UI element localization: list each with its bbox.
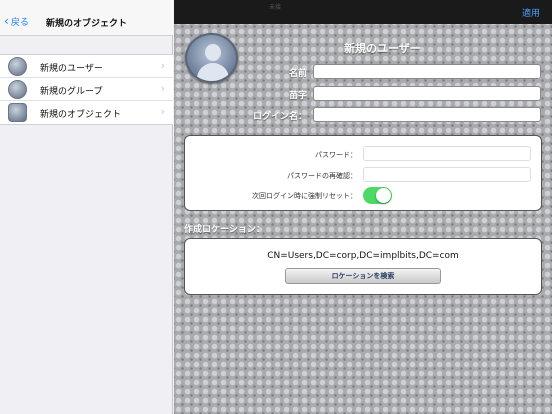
back-button[interactable]: ‹ 戻る (4, 15, 29, 28)
user-avatar-icon (185, 33, 238, 83)
back-label: 戻る (10, 18, 29, 28)
login-name-label: ログイン名： (252, 112, 307, 122)
list-item-label: 新規のグループ (40, 87, 103, 97)
password-confirm-label: パスワードの再確認： (287, 172, 357, 180)
left-nav-bar: ‹ 戻る 新規のオブジェクト (0, 0, 173, 36)
password-field[interactable] (363, 146, 531, 161)
right-pane: 未接 適用 新規のユーザー 名前 苗字 ログイン名： パスワード： パスワードの… (174, 0, 552, 414)
nav-faint-text: 未接 (269, 4, 282, 11)
toggle-knob (376, 188, 391, 203)
location-title: 作成ロケーション： (184, 225, 265, 235)
left-nav-title: 新規のオブジェクト (46, 19, 128, 29)
location-panel: CN=Users,DC=corp,DC=implbits,DC=com ロケーシ… (184, 238, 542, 295)
list-item-new-user[interactable]: 新規のユーザー › (0, 55, 173, 78)
force-reset-toggle[interactable] (363, 187, 392, 204)
list-item-new-object[interactable]: 新規のオブジェクト › (0, 101, 173, 124)
location-value: CN=Users,DC=corp,DC=implbits,DC=com (267, 251, 459, 261)
chevron-right-icon: › (160, 82, 165, 95)
chevron-left-icon: ‹ (4, 14, 9, 28)
group-icon (8, 80, 27, 99)
list-item-label: 新規のユーザー (40, 64, 103, 74)
password-confirm-field[interactable] (363, 167, 531, 182)
password-label: パスワード： (315, 151, 357, 159)
last-name-label: 苗字 (288, 91, 307, 101)
right-nav-bar: 未接 適用 (174, 0, 552, 24)
first-name-field[interactable] (313, 64, 541, 79)
list-item-label: 新規のオブジェクト (40, 110, 122, 120)
search-location-button[interactable]: ロケーションを検索 (285, 268, 441, 284)
chevron-right-icon: › (160, 59, 165, 72)
user-icon (8, 57, 27, 76)
list-item-new-group[interactable]: 新規のグループ › (0, 78, 173, 101)
chevron-right-icon: › (160, 105, 165, 118)
form-title: 新規のユーザー (344, 42, 421, 55)
last-name-field[interactable] (313, 86, 541, 101)
object-type-list: 新規のユーザー › 新規のグループ › 新規のオブジェクト › (0, 54, 173, 125)
login-name-field[interactable] (313, 107, 541, 122)
force-reset-label: 次回ログイン時に強制リセット： (252, 192, 357, 200)
apply-button[interactable]: 適用 (522, 6, 540, 19)
object-icon (8, 103, 27, 122)
password-panel: パスワード： パスワードの再確認： 次回ログイン時に強制リセット： (184, 135, 542, 211)
first-name-label: 名前 (288, 69, 307, 79)
left-pane: ‹ 戻る 新規のオブジェクト 新規のユーザー › 新規のグループ › 新規のオブ… (0, 0, 173, 414)
